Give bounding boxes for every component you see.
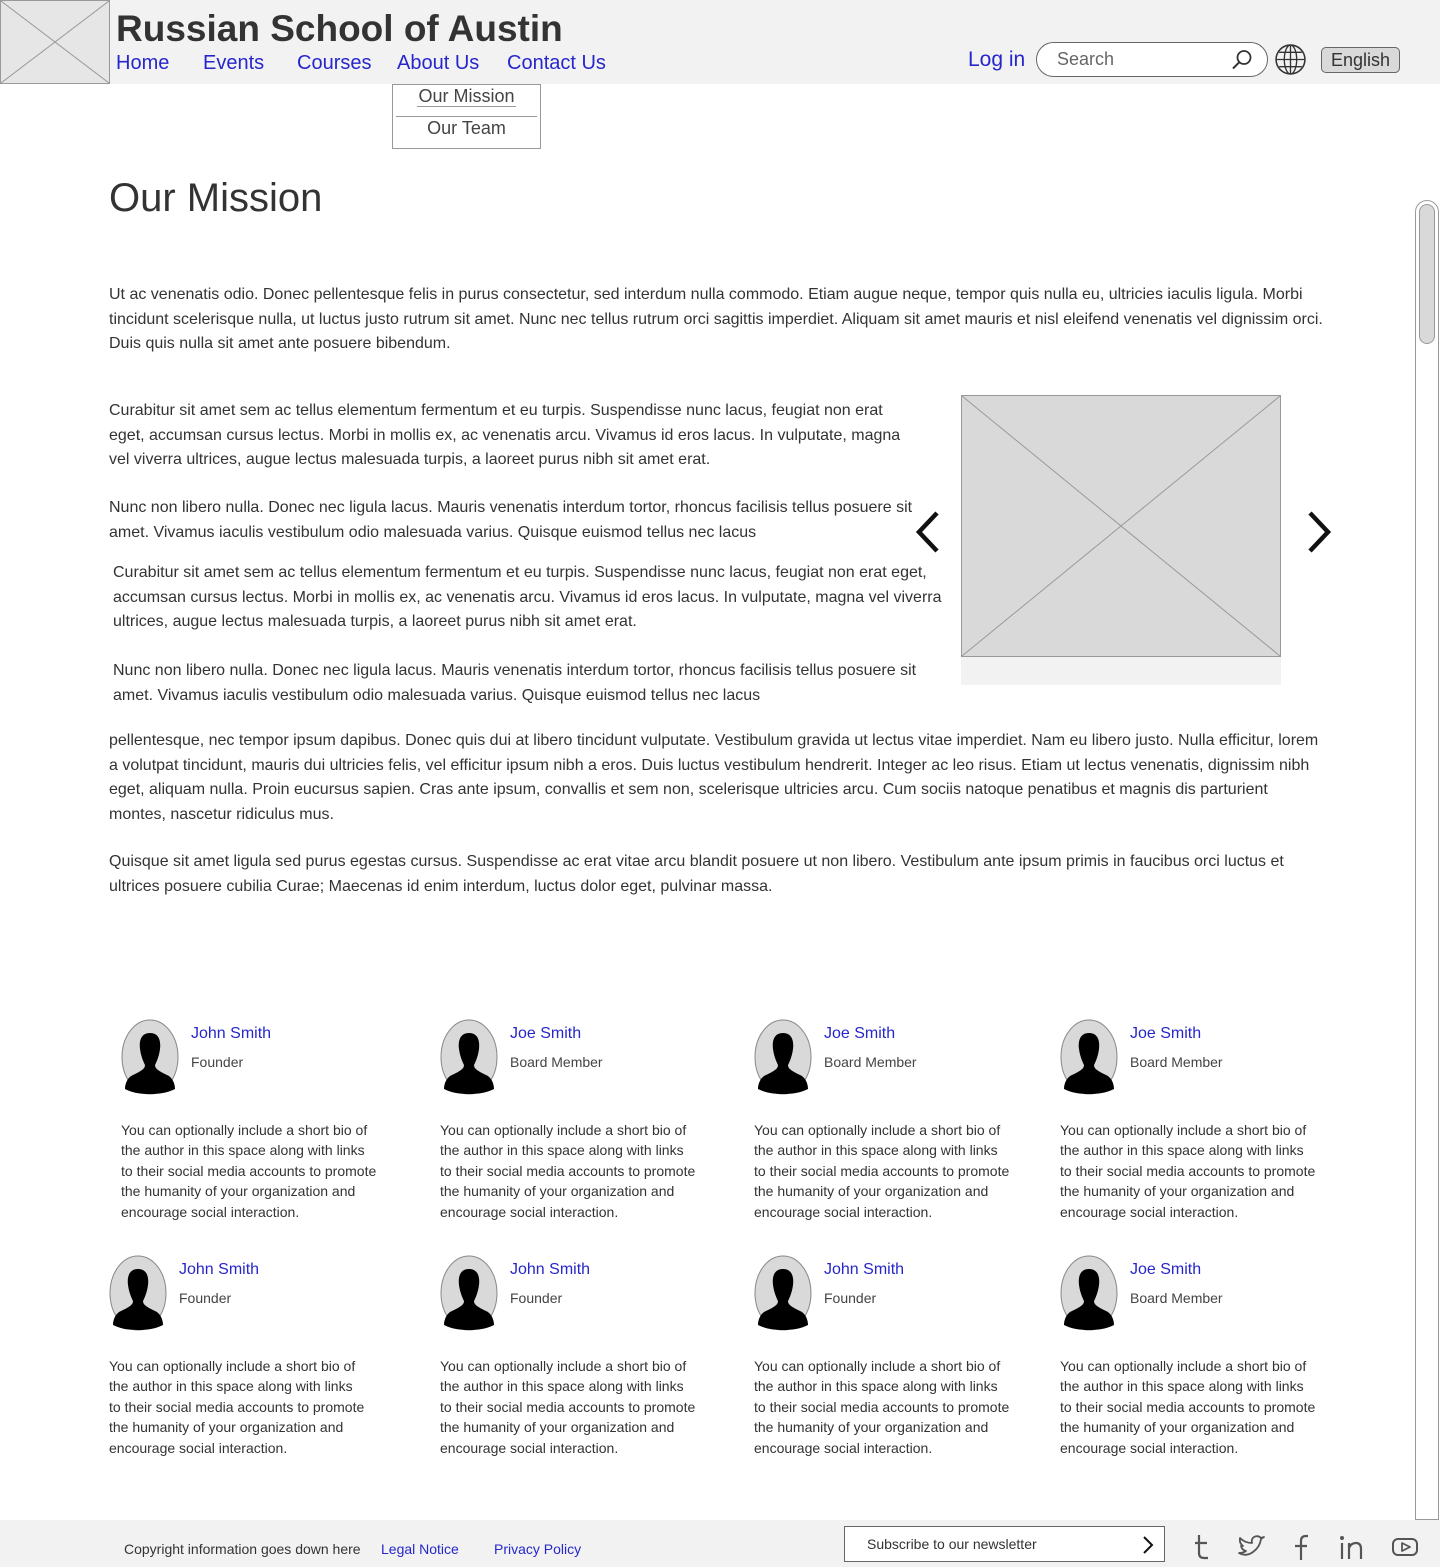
image-placeholder-icon [1, 1, 109, 83]
team-member-name[interactable]: Joe Smith [510, 1025, 581, 1043]
language-button[interactable]: English [1321, 47, 1400, 73]
team-member-card: Joe Smith Board Member You can optionally … [1060, 1255, 1360, 1485]
scrollbar-thumb[interactable] [1419, 204, 1435, 344]
team-member-role: Founder [179, 1290, 232, 1306]
carousel-caption-bar [961, 657, 1281, 685]
avatar-icon [754, 1255, 812, 1331]
avatar-icon [440, 1255, 498, 1331]
nav-courses[interactable]: Courses [297, 52, 371, 75]
carousel-image-placeholder [961, 395, 1281, 657]
newsletter-label: Subscribe to our newsletter [867, 1536, 1037, 1552]
team-member-bio: You can optionally include a short bio o… [754, 1358, 1010, 1456]
avatar-icon [1060, 1019, 1118, 1095]
team-member-role: Board Member [824, 1054, 917, 1070]
team-member-name[interactable]: Joe Smith [1130, 1261, 1201, 1279]
team-member-role: Board Member [1130, 1054, 1223, 1070]
team-member-card: John Smith Founder You can optionally incl… [440, 1255, 740, 1485]
image-placeholder-icon [961, 395, 1281, 657]
page-title: Our Mission [109, 176, 323, 220]
team-member-name[interactable]: John Smith [191, 1025, 271, 1043]
team-member-card: John Smith Founder You can optionally incl… [121, 1019, 421, 1249]
chevron-right-icon[interactable] [1141, 1536, 1155, 1554]
team-member-bio: You can optionally include a short bio o… [440, 1122, 696, 1220]
carousel-prev-arrow-icon[interactable] [913, 509, 943, 555]
team-member-role: Board Member [1130, 1290, 1223, 1306]
team-member-name[interactable]: John Smith [510, 1261, 590, 1279]
linkedin-icon[interactable] [1338, 1533, 1368, 1561]
avatar-icon [440, 1019, 498, 1095]
team-member-bio: You can optionally include a short bio o… [1060, 1358, 1316, 1456]
team-member-role: Founder [824, 1290, 877, 1306]
search-box [1036, 42, 1268, 77]
dropdown-item-our-team[interactable]: Our Team [393, 118, 540, 139]
avatar-icon [121, 1019, 179, 1095]
team-member-bio: You can optionally include a short bio o… [1060, 1122, 1316, 1220]
logo-placeholder-image[interactable] [0, 0, 110, 84]
copyright-text: Copyright information goes down here [124, 1541, 361, 1557]
team-member-name[interactable]: John Smith [824, 1261, 904, 1279]
site-title: Russian School of Austin [116, 8, 563, 49]
team-member-card: Joe Smith Board Member You can optionally … [440, 1019, 740, 1249]
side-paragraph: Curabitur sit amet sem ac tellus element… [109, 402, 901, 468]
nav-contact-us[interactable]: Contact Us [507, 52, 606, 75]
newsletter-subscribe[interactable]: Subscribe to our newsletter [844, 1526, 1165, 1562]
team-member-name[interactable]: Joe Smith [1130, 1025, 1201, 1043]
youtube-icon[interactable] [1390, 1533, 1420, 1561]
team-member-card: John Smith Founder You can optionally incl… [754, 1255, 1054, 1485]
avatar-icon [754, 1019, 812, 1095]
team-member-role: Founder [191, 1054, 244, 1070]
site-header: Russian School of Austin Home Events Cou… [0, 0, 1440, 84]
team-member-bio: You can optionally include a short bio o… [754, 1122, 1010, 1220]
team-member-bio: You can optionally include a short bio o… [109, 1358, 365, 1456]
login-link[interactable]: Log in [968, 48, 1025, 72]
twitter-icon[interactable] [1236, 1533, 1266, 1561]
body-paragraph: pellentesque, nec tempor ipsum dapibus. … [109, 732, 1319, 823]
team-member-name[interactable]: John Smith [179, 1261, 259, 1279]
search-icon[interactable] [1230, 48, 1254, 72]
dropdown-item-label: Our Mission [417, 86, 516, 107]
page-scrollbar[interactable] [1415, 200, 1439, 1520]
team-member-card: John Smith Founder You can optionally incl… [109, 1255, 409, 1485]
side-paragraph: Nunc non libero nulla. Donec nec ligula … [109, 499, 913, 541]
nav-events[interactable]: Events [203, 52, 264, 75]
tumblr-icon[interactable] [1187, 1533, 1217, 1561]
nav-home[interactable]: Home [116, 52, 169, 75]
about-us-dropdown: Our Mission Our Team [392, 84, 541, 149]
globe-icon[interactable] [1274, 43, 1307, 76]
team-member-role: Founder [510, 1290, 563, 1306]
team-member-card: Joe Smith Board Member You can optionally … [754, 1019, 1054, 1249]
nav-about-us[interactable]: About Us [397, 52, 479, 75]
body-paragraph: Quisque sit amet ligula sed purus egesta… [109, 853, 1284, 895]
team-member-bio: You can optionally include a short bio o… [121, 1122, 377, 1220]
dropdown-item-our-mission[interactable]: Our Mission [393, 86, 540, 107]
team-member-role: Board Member [510, 1054, 603, 1070]
side-paragraph: Curabitur sit amet sem ac tellus element… [113, 564, 942, 630]
search-input[interactable] [1057, 47, 1227, 72]
avatar-icon [109, 1255, 167, 1331]
legal-notice-link[interactable]: Legal Notice [381, 1541, 459, 1557]
site-footer: Copyright information goes down here Leg… [0, 1520, 1440, 1567]
side-paragraph: Nunc non libero nulla. Donec nec ligula … [113, 662, 917, 704]
team-member-card: Joe Smith Board Member You can optionally … [1060, 1019, 1360, 1249]
privacy-policy-link[interactable]: Privacy Policy [494, 1541, 581, 1557]
team-member-name[interactable]: Joe Smith [824, 1025, 895, 1043]
team-member-bio: You can optionally include a short bio o… [440, 1358, 696, 1456]
dropdown-divider [396, 116, 537, 117]
avatar-icon [1060, 1255, 1118, 1331]
carousel-next-arrow-icon[interactable] [1304, 509, 1334, 555]
facebook-icon[interactable] [1285, 1533, 1315, 1561]
intro-paragraph: Ut ac venenatis odio. Donec pellentesque… [109, 286, 1323, 352]
